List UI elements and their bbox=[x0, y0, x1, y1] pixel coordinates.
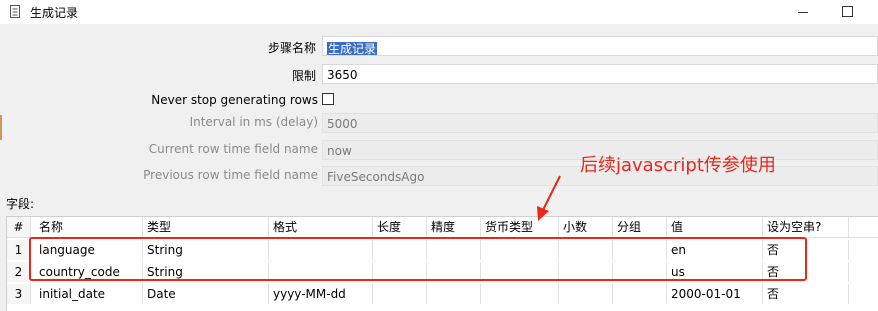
header-currency[interactable]: 货币类型 bbox=[481, 217, 559, 237]
step-name-value: 生成记录 bbox=[327, 42, 378, 56]
never-stop-label: Never stop generating rows bbox=[151, 93, 318, 107]
cell-value[interactable]: 2000-01-01 bbox=[667, 284, 763, 304]
current-row-label: Current row time field name bbox=[148, 142, 318, 156]
header-length[interactable]: 长度 bbox=[373, 217, 427, 237]
interval-input[interactable]: 5000 bbox=[322, 113, 878, 133]
window-title: 生成记录 bbox=[30, 6, 79, 20]
previous-row-label: Previous row time field name bbox=[143, 168, 318, 182]
left-edge-marker bbox=[0, 115, 2, 140]
row-number: 2 bbox=[7, 262, 31, 282]
fields-label: 字段: bbox=[6, 197, 35, 211]
annotation-highlight-box bbox=[29, 237, 807, 281]
minimize-button[interactable] bbox=[794, 2, 812, 20]
never-stop-checkbox[interactable] bbox=[322, 93, 334, 105]
interval-label: Interval in ms (delay) bbox=[189, 115, 318, 129]
annotation-text: 后续javascript传参使用 bbox=[580, 155, 776, 176]
step-name-input[interactable]: 生成记录 bbox=[322, 36, 878, 56]
header-decimal[interactable]: 小数 bbox=[559, 217, 613, 237]
row-number: 1 bbox=[7, 240, 31, 260]
limit-label: 限制 bbox=[291, 69, 316, 83]
cell-empty[interactable]: 否 bbox=[763, 284, 849, 304]
header-group[interactable]: 分组 bbox=[613, 217, 667, 237]
header-precision[interactable]: 精度 bbox=[427, 217, 481, 237]
cell-currency[interactable] bbox=[481, 284, 559, 304]
cell-length[interactable] bbox=[373, 284, 427, 304]
header-empty[interactable]: 设为空串? bbox=[763, 217, 849, 237]
row-number: 3 bbox=[7, 284, 31, 304]
header-format[interactable]: 格式 bbox=[269, 217, 373, 237]
cell-format[interactable]: yyyy-MM-dd bbox=[269, 284, 373, 304]
header-value[interactable]: 值 bbox=[667, 217, 763, 237]
cell-group[interactable] bbox=[613, 284, 667, 304]
header-num[interactable]: # bbox=[7, 217, 31, 237]
cell-decimal[interactable] bbox=[559, 284, 613, 304]
header-name[interactable]: 名称 bbox=[35, 217, 143, 237]
cell-name[interactable]: initial_date bbox=[35, 284, 143, 304]
table-header: # 名称 类型 格式 长度 精度 货币类型 小数 分组 值 设为空串? bbox=[7, 217, 878, 238]
window-icon bbox=[10, 5, 20, 18]
title-bar: 生成记录 bbox=[0, 0, 878, 24]
table-row[interactable]: 3 initial_date Date yyyy-MM-dd 2000-01-0… bbox=[7, 284, 878, 304]
step-name-label: 步骤名称 bbox=[267, 41, 316, 55]
header-type[interactable]: 类型 bbox=[143, 217, 269, 237]
limit-input[interactable]: 3650 bbox=[322, 64, 878, 84]
cell-precision[interactable] bbox=[427, 284, 481, 304]
maximize-button[interactable] bbox=[838, 2, 856, 20]
cell-type[interactable]: Date bbox=[143, 284, 269, 304]
